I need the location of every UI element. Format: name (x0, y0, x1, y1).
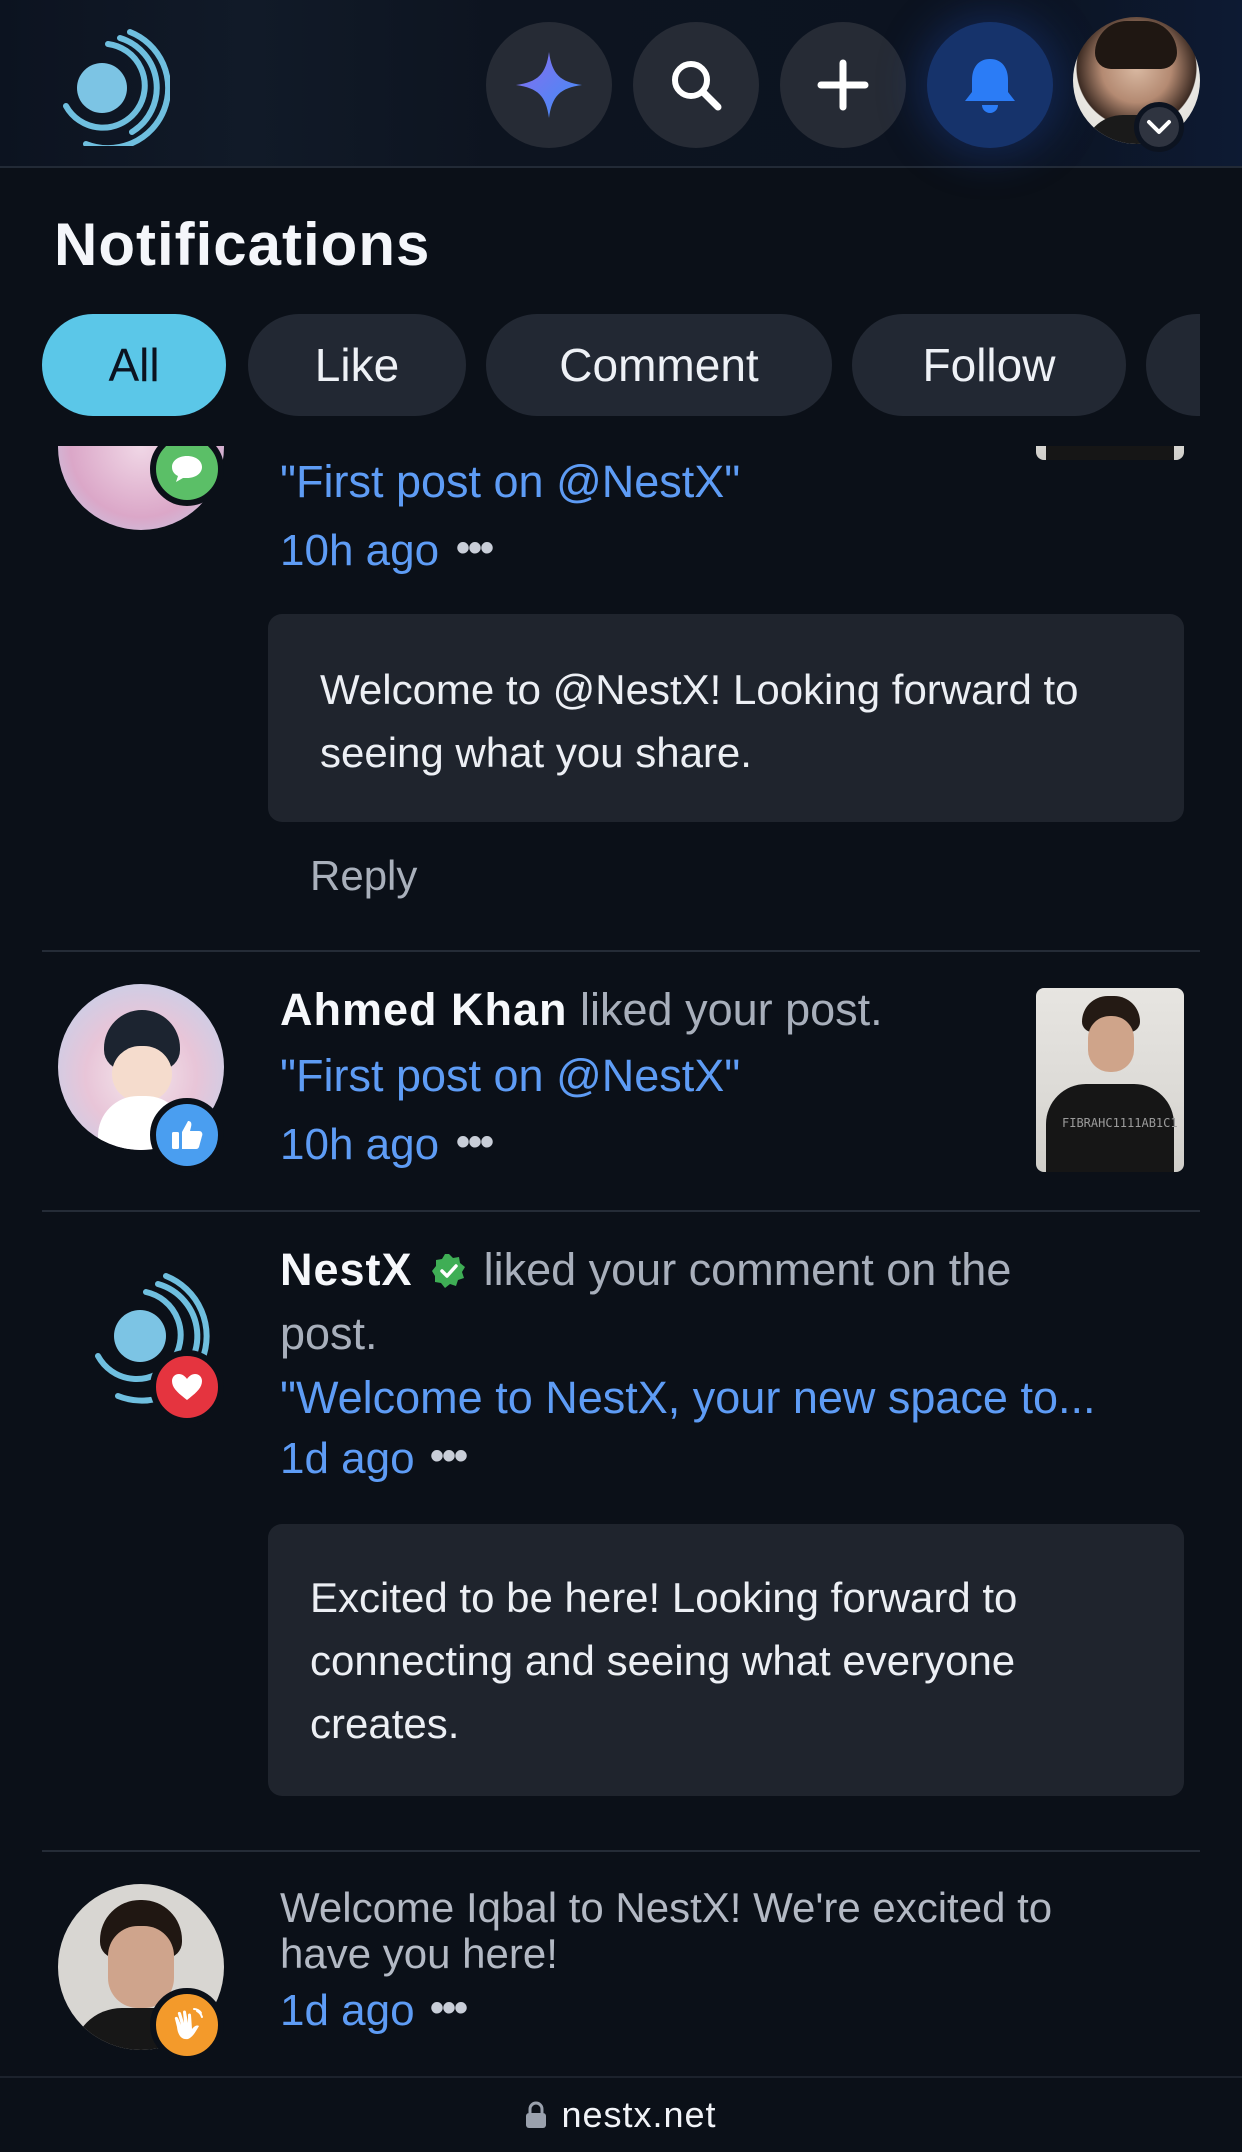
comment-text-line: creates. (310, 1700, 460, 1747)
welcome-badge (150, 1988, 224, 2062)
more-options-icon[interactable]: ••• (430, 1986, 468, 2031)
timestamp: 1d ago (280, 1986, 415, 2035)
sparkle-icon (516, 52, 582, 118)
ai-sparkle-button[interactable] (486, 22, 612, 148)
bell-icon (965, 59, 1015, 113)
comment-text-line: Excited to be here! Looking forward to (310, 1574, 1018, 1621)
create-button[interactable] (780, 22, 906, 148)
welcome-text-line: have you here! (280, 1930, 558, 1977)
post-quote[interactable]: "First post on @NestX" (280, 456, 740, 508)
page-title: Notifications (54, 211, 431, 278)
thumbs-up-icon (172, 1121, 203, 1149)
more-options-icon[interactable]: ••• (456, 526, 494, 571)
notifications-button[interactable] (927, 22, 1053, 148)
comment-text-line: Welcome to @NestX! Looking forward to (320, 666, 1079, 713)
comment-text-line: seeing what you share. (320, 729, 752, 776)
lock-icon (526, 2101, 547, 2128)
comment-box: Excited to be here! Looking forward to c… (268, 1524, 1184, 1796)
heart-badge (150, 1350, 224, 1424)
timestamp: 1d ago (280, 1434, 415, 1483)
tab-all[interactable]: All (42, 314, 226, 416)
post-thumbnail[interactable]: FIBRAHC1111AB1C1 (1036, 446, 1184, 460)
actor-name[interactable]: NestX (280, 1244, 413, 1295)
filter-tabs: All Like Comment Follow (42, 314, 1200, 418)
search-icon (672, 61, 722, 111)
browser-url-bar[interactable]: nestx.net (0, 2076, 1242, 2152)
reply-button[interactable]: Reply (310, 852, 417, 900)
post-thumbnail[interactable]: FIBRAHC1111AB1C1 (1036, 988, 1184, 1172)
chevron-down-icon (1147, 120, 1171, 134)
verified-badge-icon (432, 1254, 466, 1288)
notification-action: liked your post. (580, 984, 883, 1035)
like-badge (150, 1098, 224, 1172)
more-options-icon[interactable]: ••• (430, 1434, 468, 1479)
nestx-logo-icon[interactable] (46, 22, 170, 146)
actor-name[interactable]: Ahmed Khan (280, 984, 568, 1035)
tab-like[interactable]: Like (248, 314, 466, 416)
profile-menu-button[interactable] (1134, 102, 1184, 152)
url-text[interactable]: nestx.net (561, 2094, 716, 2136)
search-button[interactable] (633, 22, 759, 148)
tab-follow[interactable]: Follow (852, 314, 1126, 416)
divider (42, 1850, 1200, 1852)
top-bar (0, 0, 1242, 168)
timestamp: 10h ago (280, 526, 440, 575)
plus-icon (817, 59, 869, 111)
comment-box: Welcome to @NestX! Looking forward to se… (268, 614, 1184, 822)
comment-text-line: connecting and seeing what everyone (310, 1637, 1016, 1684)
post-quote[interactable]: "First post on @NestX" (280, 1050, 740, 1102)
comment-icon (172, 456, 202, 482)
notifications-list[interactable]: "First post on @NestX" 10h ago ••• FIBRA… (0, 446, 1242, 2076)
waving-hand-icon (174, 2008, 203, 2040)
notification-action: liked your comment on the (483, 1244, 1012, 1295)
more-options-icon[interactable]: ••• (456, 1120, 494, 1165)
welcome-text-line: Welcome Iqbal to NestX! We're excited to (280, 1884, 1053, 1931)
tab-comment[interactable]: Comment (486, 314, 832, 416)
timestamp: 10h ago (280, 1120, 440, 1169)
divider (42, 1210, 1200, 1212)
divider (42, 950, 1200, 952)
post-quote[interactable]: "Welcome to NestX, your new space to... (280, 1372, 1096, 1424)
tab-more[interactable] (1146, 314, 1200, 416)
heart-icon (172, 1374, 202, 1400)
notification-action: post. (280, 1308, 378, 1359)
